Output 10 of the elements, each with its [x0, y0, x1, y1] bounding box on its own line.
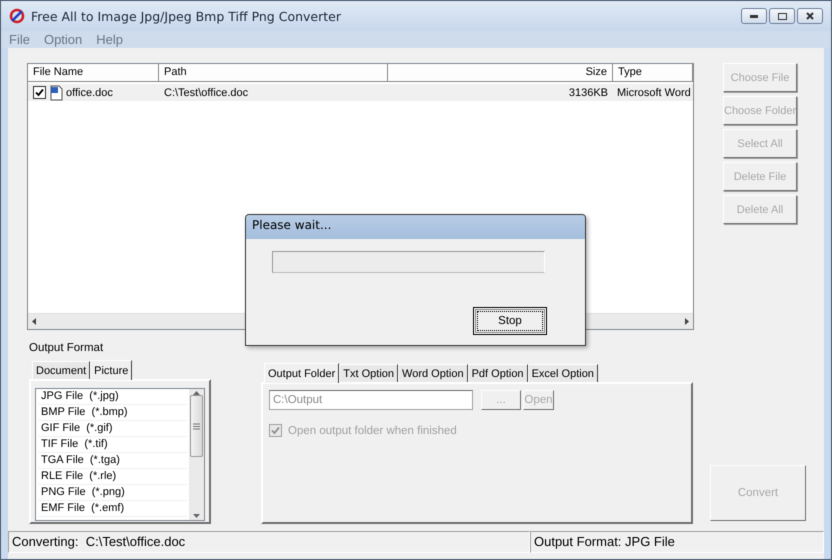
file-name: office.doc: [66, 86, 113, 98]
window-title: Free All to Image Jpg/Jpeg Bmp Tiff Png Converter: [31, 8, 342, 24]
section-label: Output Format: [29, 342, 104, 354]
status-text: Output Format: JPG File: [530, 531, 824, 553]
checkbox-label: Open output folder when finished: [288, 424, 457, 436]
file-path: C:\Test\office.doc: [163, 86, 250, 98]
file-size: 3136KB: [568, 86, 609, 98]
file-type: Microsoft Word: [616, 86, 692, 98]
status-text: Converting: C:\Test\office.doc: [8, 531, 530, 553]
dialog-title: Please wait...: [246, 215, 585, 239]
